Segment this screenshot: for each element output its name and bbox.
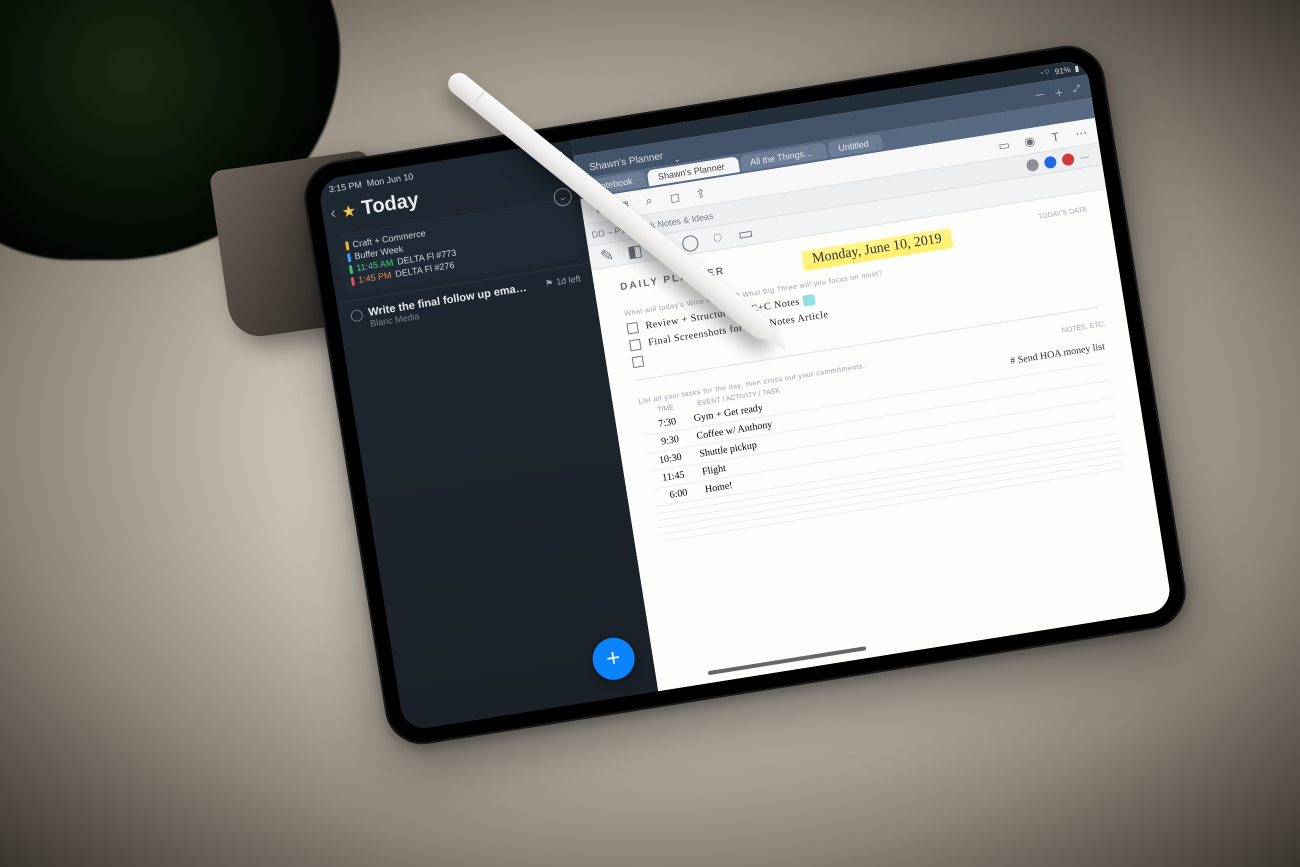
task-checkbox[interactable] — [350, 308, 364, 322]
pen-icon[interactable]: ✎ — [598, 246, 616, 264]
ipad-screen: 3:15 PM Mon Jun 10 • • • ⌄ ‹ ★ Today Cra… — [317, 59, 1173, 732]
sched-time: 7:30 — [642, 416, 677, 432]
sched-event: Home! — [704, 480, 733, 495]
sched-time: 10:30 — [647, 452, 682, 468]
sched-event: Flight — [701, 463, 726, 478]
task-due: ⚑1d left — [544, 273, 581, 289]
add-button[interactable]: + — [589, 635, 637, 683]
flag-icon: ⚑ — [544, 277, 554, 289]
tasks-title: Today — [360, 189, 420, 221]
minimize-icon[interactable]: — — [1035, 89, 1046, 103]
sched-time: 9:30 — [644, 434, 679, 450]
battery-pct: 91% — [1054, 65, 1071, 76]
wifi-icon: ◦⌔ — [1040, 67, 1052, 78]
ruler-icon[interactable]: ▭ — [736, 224, 754, 242]
sched-time: 6:00 — [653, 487, 688, 503]
bookmark-icon[interactable]: ◻ — [666, 188, 684, 206]
star-icon: ★ — [340, 200, 357, 222]
more-icon[interactable]: ⋯ — [1072, 124, 1090, 142]
dot-blue[interactable] — [1043, 155, 1057, 169]
lasso-icon[interactable]: ◌ — [709, 229, 727, 247]
dot-grey[interactable] — [1026, 158, 1040, 172]
plus-tab-icon[interactable]: ＋ — [1053, 86, 1064, 100]
checkbox[interactable] — [629, 339, 642, 352]
battery-icon: ▮ — [1074, 63, 1080, 73]
text-icon[interactable]: T — [1046, 128, 1064, 146]
sched-time: 11:45 — [650, 470, 685, 486]
plus-icon: + — [604, 644, 622, 674]
back-icon[interactable]: ‹ — [329, 204, 337, 223]
search-icon[interactable]: ⌕ — [640, 192, 658, 210]
camera-icon[interactable]: ◉ — [1021, 132, 1039, 150]
dot-red[interactable] — [1061, 152, 1075, 166]
shape-icon[interactable]: ◯ — [681, 233, 699, 251]
notes-app: ◦⌔ 91% ▮ Shawn's Planner⌄ — ＋ ⤢ Notebook… — [571, 59, 1173, 692]
dot-more[interactable]: — — [1079, 151, 1089, 162]
expand-icon[interactable]: ⤢ — [1072, 83, 1081, 97]
ipad-device: 3:15 PM Mon Jun 10 • • • ⌄ ‹ ★ Today Cra… — [299, 40, 1191, 749]
checkbox[interactable] — [631, 356, 644, 369]
checkbox[interactable] — [626, 322, 639, 335]
share-icon[interactable]: ⇪ — [691, 184, 709, 202]
insert-image-icon[interactable]: ▭ — [995, 136, 1013, 154]
